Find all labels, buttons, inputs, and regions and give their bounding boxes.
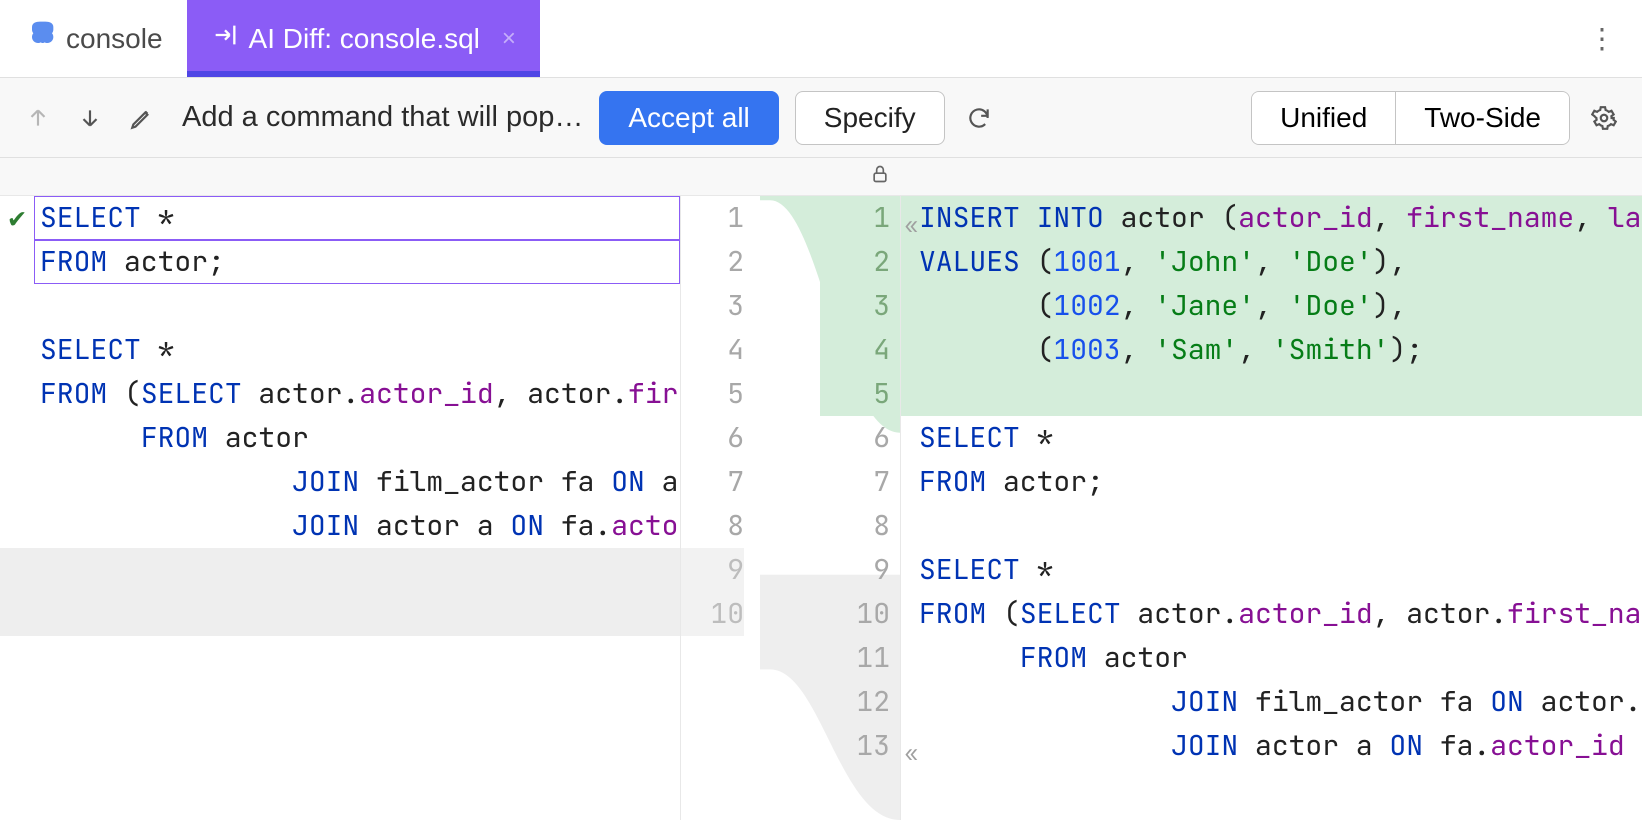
collapse-icon[interactable]: « xyxy=(905,204,914,248)
line-number: 1 xyxy=(681,196,744,240)
line-number: 13« xyxy=(820,724,890,768)
view-unified-button[interactable]: Unified xyxy=(1252,92,1395,144)
code-line[interactable]: FROM (SELECT actor.actor_id, actor.first… xyxy=(0,372,680,416)
line-number: 5 xyxy=(681,372,744,416)
tab-ai-diff[interactable]: AI Diff: console.sql × xyxy=(187,0,540,77)
code-line[interactable]: SELECT * xyxy=(0,328,680,372)
settings-icon[interactable] xyxy=(1586,100,1622,136)
code-line[interactable]: JOIN film_actor fa ON actor. xyxy=(901,680,1642,724)
code-line[interactable]: VALUES (1001, 'John', 'Doe'), xyxy=(901,240,1642,284)
code-line[interactable]: FROM actor; xyxy=(901,460,1642,504)
readonly-bar xyxy=(0,158,1642,196)
line-number: 9 xyxy=(820,548,890,592)
line-number: 7 xyxy=(820,460,890,504)
line-number: 11 xyxy=(820,636,890,680)
tab-console-label: console xyxy=(66,23,163,55)
tabs-bar: console AI Diff: console.sql × ⋮ xyxy=(0,0,1642,78)
view-two-side-button[interactable]: Two-Side xyxy=(1395,92,1569,144)
left-pane[interactable]: ✔SELECT *FROM actor; SELECT *FROM (SELECT… xyxy=(0,196,680,820)
code-line[interactable]: FROM actor xyxy=(901,636,1642,680)
collapse-icon[interactable]: « xyxy=(905,732,914,776)
line-number: 10 xyxy=(820,592,890,636)
code-line[interactable]: (1003, 'Sam', 'Smith'); xyxy=(901,328,1642,372)
edit-icon[interactable] xyxy=(124,100,160,136)
prev-diff-icon[interactable] xyxy=(20,100,56,136)
code-line[interactable]: JOIN actor a ON fa.actor_i xyxy=(0,504,680,548)
command-prompt-text: Add a command that will pop… xyxy=(182,101,583,134)
code-line[interactable]: INSERT INTO actor (actor_id, first_name,… xyxy=(901,196,1642,240)
code-line[interactable]: (1002, 'Jane', 'Doe'), xyxy=(901,284,1642,328)
code-line[interactable]: JOIN actor a ON fa.actor_id xyxy=(901,724,1642,768)
code-line[interactable] xyxy=(0,284,680,328)
line-number: 8 xyxy=(820,504,890,548)
more-menu-icon[interactable]: ⋮ xyxy=(1564,22,1642,55)
line-number: 6 xyxy=(681,416,744,460)
specify-button[interactable]: Specify xyxy=(795,91,945,145)
code-line[interactable] xyxy=(901,372,1642,416)
postgres-icon xyxy=(24,19,56,58)
tab-ai-diff-label: AI Diff: console.sql xyxy=(249,23,480,55)
next-diff-icon[interactable] xyxy=(72,100,108,136)
code-line[interactable]: FROM (SELECT actor.actor_id, actor.first… xyxy=(901,592,1642,636)
diff-toolbar: Add a command that will pop… Accept all … xyxy=(0,78,1642,158)
code-line[interactable]: JOIN film_actor fa ON actc xyxy=(0,460,680,504)
refresh-icon[interactable] xyxy=(961,100,997,136)
code-line[interactable]: SELECT * xyxy=(901,416,1642,460)
right-pane[interactable]: INSERT INTO actor (actor_id, first_name,… xyxy=(900,196,1642,820)
line-number: 3 xyxy=(820,284,890,328)
accept-all-button[interactable]: Accept all xyxy=(599,91,778,145)
lock-icon xyxy=(870,164,890,189)
diff-view: ✔SELECT *FROM actor;SELECT *FROM (SELECT… xyxy=(0,196,1642,820)
code-line[interactable] xyxy=(0,548,680,592)
line-number: 2 xyxy=(820,240,890,284)
checkmark-icon: ✔ xyxy=(9,196,26,240)
view-mode-toggle: Unified Two-Side xyxy=(1251,91,1570,145)
code-line[interactable]: FROM actor; xyxy=(0,240,680,284)
diff-arrow-icon xyxy=(211,21,239,56)
line-number: 4 xyxy=(681,328,744,372)
line-number: 1« xyxy=(820,196,890,240)
line-number: 2 xyxy=(681,240,744,284)
line-number: 3 xyxy=(681,284,744,328)
code-line[interactable]: ✔SELECT * xyxy=(0,196,680,240)
line-number: 9 xyxy=(681,548,744,592)
diff-connector: 1«2345678910111213« xyxy=(760,196,900,820)
line-number: 12 xyxy=(820,680,890,724)
code-line[interactable]: SELECT * xyxy=(901,548,1642,592)
code-line[interactable]: FROM actor xyxy=(0,416,680,460)
line-number: 8 xyxy=(681,504,744,548)
line-number: 7 xyxy=(681,460,744,504)
line-number: 6 xyxy=(820,416,890,460)
left-gutter: 12345678910 xyxy=(680,196,760,820)
code-line[interactable] xyxy=(0,592,680,636)
close-icon[interactable]: × xyxy=(502,25,516,53)
line-number: 10 xyxy=(681,592,744,636)
line-number: 5 xyxy=(820,372,890,416)
line-number: 4 xyxy=(820,328,890,372)
code-line[interactable] xyxy=(901,504,1642,548)
tab-console[interactable]: console xyxy=(0,0,187,77)
